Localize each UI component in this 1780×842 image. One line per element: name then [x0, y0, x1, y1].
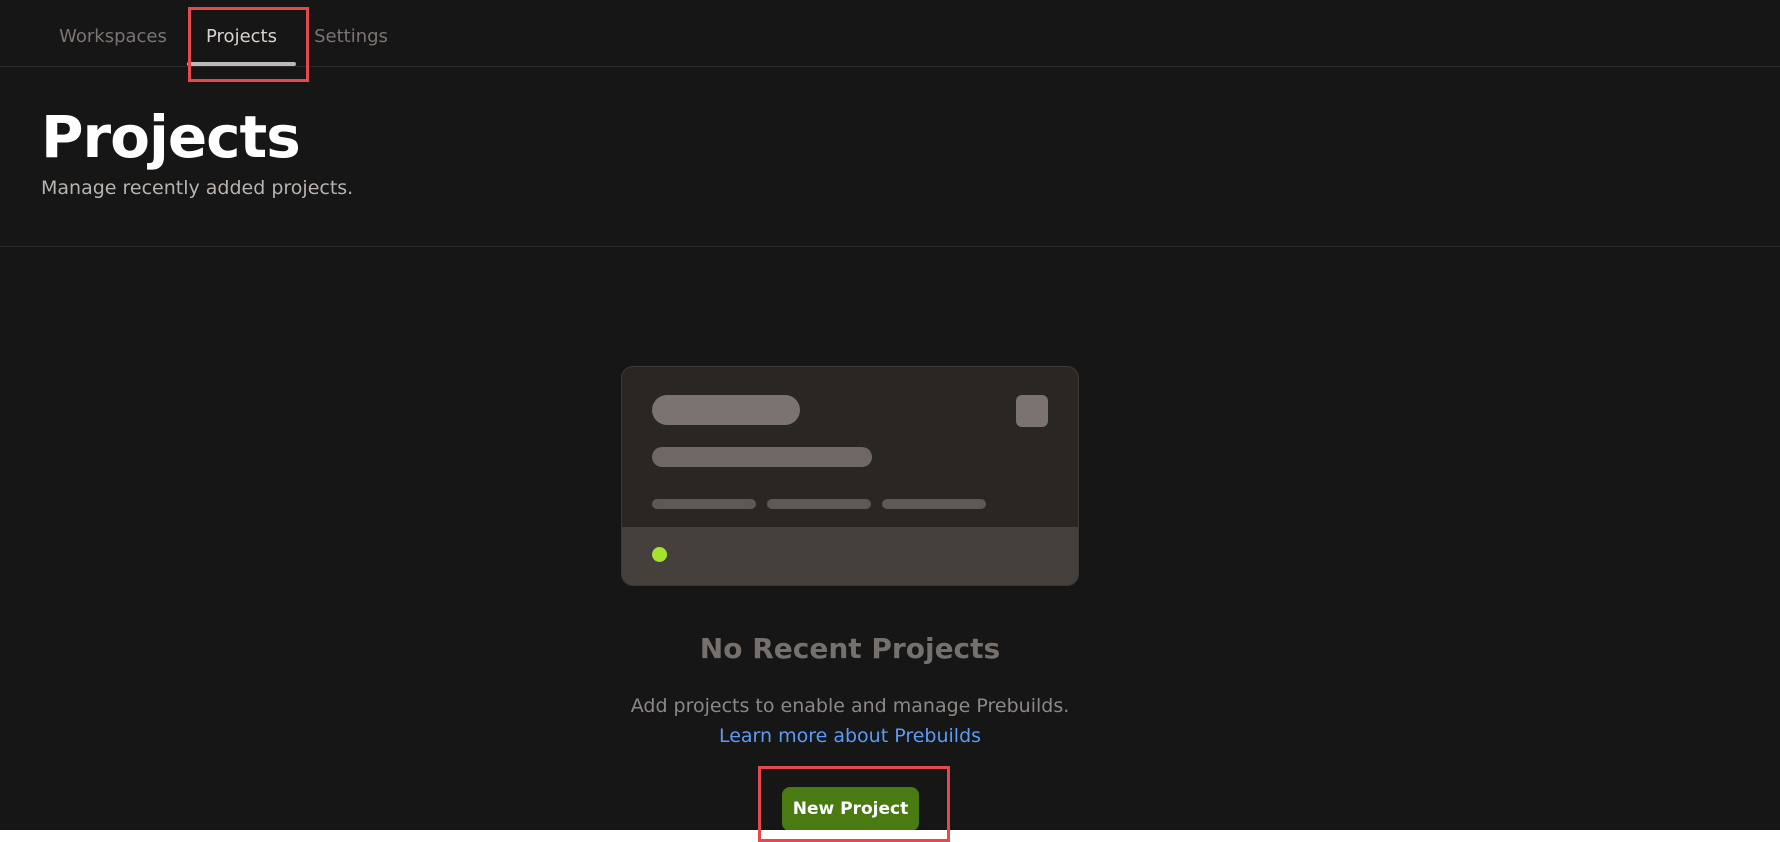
page-header: Projects Manage recently added projects.: [0, 67, 1780, 247]
skeleton-title: [652, 395, 800, 425]
skeleton-menu-icon: [1016, 395, 1048, 427]
skeleton-line: [652, 447, 872, 467]
page-subtitle: Manage recently added projects.: [41, 177, 354, 199]
top-nav: Workspaces Projects Settings: [0, 0, 1780, 67]
page-title: Projects: [41, 103, 301, 171]
active-tab-indicator: [187, 62, 296, 66]
learn-more-prebuilds-link[interactable]: Learn more about Prebuilds: [0, 725, 1700, 747]
empty-state-title: No Recent Projects: [699, 632, 1001, 665]
status-dot-icon: [652, 547, 667, 562]
new-project-button[interactable]: New Project: [782, 787, 919, 830]
project-card-illustration: [621, 366, 1079, 586]
tab-workspaces[interactable]: Workspaces: [50, 0, 176, 66]
tab-settings[interactable]: Settings: [305, 0, 397, 66]
skeleton-card-footer: [622, 527, 1078, 585]
skeleton-meta-1: [652, 499, 756, 509]
tab-settings-label: Settings: [314, 26, 388, 47]
skeleton-meta-2: [767, 499, 871, 509]
empty-state-description: Add projects to enable and manage Prebui…: [630, 695, 1070, 717]
tab-projects-label: Projects: [206, 26, 277, 47]
skeleton-meta-3: [882, 499, 986, 509]
app-window: Workspaces Projects Settings Projects Ma…: [0, 0, 1780, 830]
tab-workspaces-label: Workspaces: [59, 26, 167, 47]
tab-projects[interactable]: Projects: [187, 0, 296, 66]
